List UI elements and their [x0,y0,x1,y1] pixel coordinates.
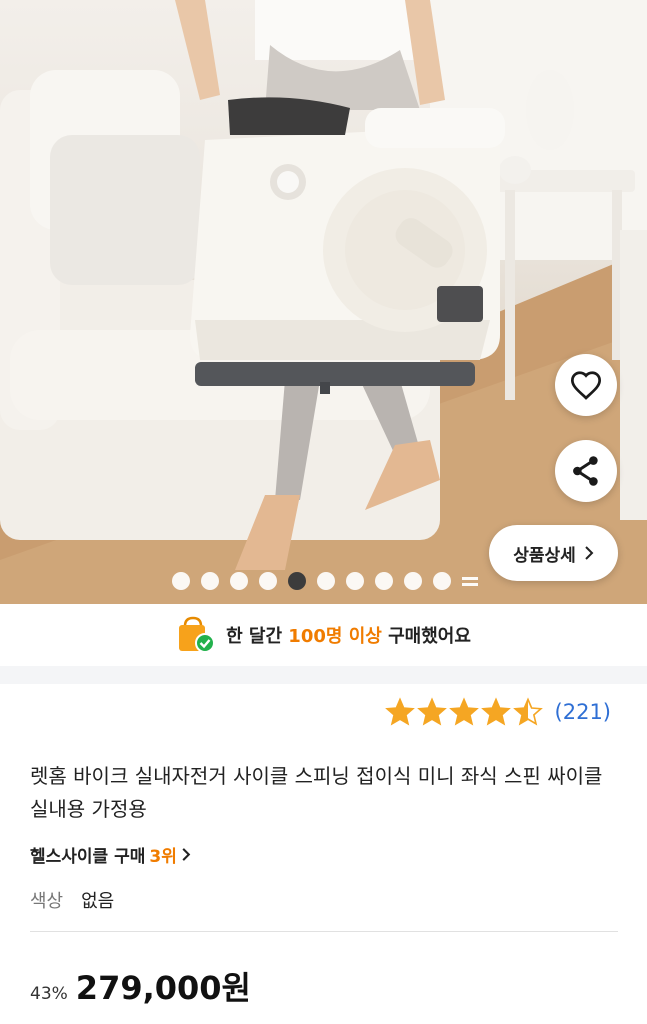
product-image-carousel[interactable]: 상품상세 [0,0,647,604]
section-divider [0,666,647,684]
product-detail-label: 상품상세 [513,545,576,566]
star-rating [384,697,543,727]
carousel-indicator[interactable] [172,572,478,590]
carousel-dot[interactable] [317,572,335,590]
purchase-count-highlight: 100명 이상 [288,626,382,647]
sale-price: 279,000원 [75,969,251,1007]
carousel-dot[interactable] [346,572,364,590]
chevron-right-icon [585,546,594,560]
carousel-dot[interactable] [201,572,219,590]
product-title: 렛홈 바이크 실내자전거 사이클 스피닝 접이식 미니 좌식 스핀 싸이클 실내… [30,764,603,821]
divider [30,931,618,932]
star-icon [480,697,511,726]
purchase-count-banner: 한 달간 100명 이상 구매했어요 [0,604,647,666]
product-detail-button[interactable]: 상품상세 [489,525,618,581]
rank-value: 3위 [149,847,177,867]
carousel-more-icon[interactable] [462,574,478,588]
heart-icon [570,371,602,400]
product-photo [0,0,647,604]
star-icon [416,697,447,726]
option-label: 색상 [30,891,64,912]
share-icon [573,456,598,486]
carousel-dot[interactable] [288,572,306,590]
star-icon [512,697,543,726]
carousel-dot[interactable] [172,572,190,590]
rank-label: 헬스사이클 구매 [30,847,146,867]
discount-rate: 43% [30,984,68,1004]
wishlist-button[interactable] [555,354,617,416]
chevron-right-icon [182,848,191,861]
star-icon [448,697,479,726]
rating-summary[interactable]: (221) [384,697,611,727]
carousel-dot[interactable] [404,572,422,590]
purchase-count-text: 한 달간 100명 이상 구매했어요 [226,626,471,647]
shopping-bag-check-icon [179,616,216,653]
carousel-dot[interactable] [230,572,248,590]
carousel-dot[interactable] [433,572,451,590]
option-row: 색상 없음 [30,887,114,913]
review-count-link[interactable]: (221) [555,700,611,724]
carousel-dot[interactable] [259,572,277,590]
option-value: 없음 [81,891,115,912]
price-row: 43% 279,000원 [30,963,251,1009]
star-icon [384,697,415,726]
share-button[interactable] [555,440,617,502]
carousel-dot[interactable] [375,572,393,590]
category-rank-link[interactable]: 헬스사이클 구매 3위 [30,842,191,867]
